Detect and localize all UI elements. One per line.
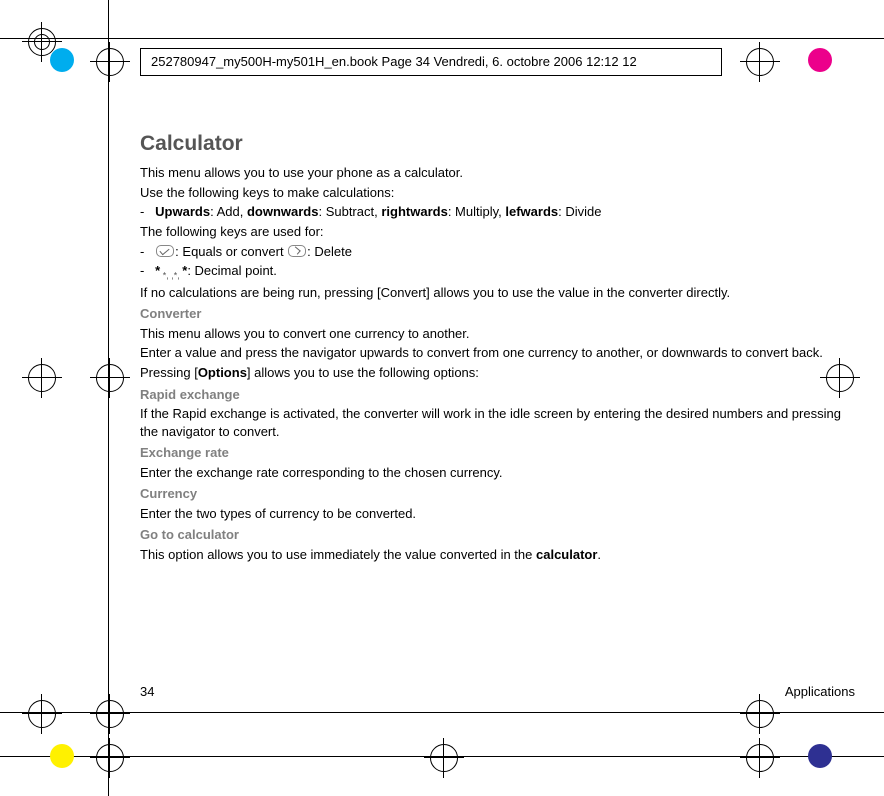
body-text: This menu allows you to convert one curr…	[140, 325, 855, 343]
list-item: - Upwards: Add, downwards: Subtract, rig…	[150, 203, 855, 221]
subscript-text: *, ,*,	[160, 271, 182, 281]
body-text: If the Rapid exchange is activated, the …	[140, 405, 855, 440]
crop-line	[0, 38, 884, 39]
ok-key-icon	[156, 245, 174, 257]
subsection-heading: Go to calculator	[140, 526, 855, 544]
body-text: Enter a value and press the navigator up…	[140, 344, 855, 362]
body-text: If no calculations are being run, pressi…	[140, 284, 855, 302]
color-swatch-magenta	[808, 48, 832, 72]
body-text: The following keys are used for:	[140, 223, 855, 241]
registration-mark	[22, 22, 62, 62]
color-swatch-blue	[808, 744, 832, 768]
subsection-heading: Exchange rate	[140, 444, 855, 462]
key-label: downwards	[247, 204, 319, 219]
subsection-heading: Rapid exchange	[140, 386, 855, 404]
delete-key-icon	[288, 245, 306, 257]
registration-mark	[22, 694, 62, 734]
section-title: Calculator	[140, 130, 855, 158]
registration-mark	[740, 42, 780, 82]
registration-mark	[90, 694, 130, 734]
body-text: This menu allows you to use your phone a…	[140, 164, 855, 182]
page-header-text: 252780947_my500H-my501H_en.book Page 34 …	[151, 54, 637, 69]
section-name: Applications	[785, 684, 855, 699]
page-footer: 34 Applications	[140, 684, 855, 699]
color-swatch-yellow	[50, 744, 74, 768]
body-text: Use the following keys to make calculati…	[140, 184, 855, 202]
body-text: Pressing [Options] allows you to use the…	[140, 364, 855, 382]
subsection-heading: Converter	[140, 305, 855, 323]
page-content: Calculator This menu allows you to use y…	[140, 130, 855, 565]
page-number: 34	[140, 684, 154, 699]
registration-mark	[740, 694, 780, 734]
registration-mark	[22, 358, 62, 398]
key-label: rightwards	[381, 204, 447, 219]
body-text: Enter the two types of currency to be co…	[140, 505, 855, 523]
list-item: - * *, ,*, *: Decimal point.	[150, 262, 855, 282]
key-label: lefwards	[505, 204, 558, 219]
body-text: This option allows you to use immediatel…	[140, 546, 855, 564]
registration-mark	[424, 738, 464, 778]
registration-mark	[740, 738, 780, 778]
registration-mark	[90, 358, 130, 398]
registration-mark	[90, 42, 130, 82]
page-header-box: 252780947_my500H-my501H_en.book Page 34 …	[140, 48, 722, 76]
registration-mark	[90, 738, 130, 778]
body-text: Enter the exchange rate corresponding to…	[140, 464, 855, 482]
subsection-heading: Currency	[140, 485, 855, 503]
list-item: - : Equals or convert : Delete	[150, 243, 855, 261]
crop-line	[108, 0, 109, 796]
key-label: Upwards	[155, 204, 210, 219]
